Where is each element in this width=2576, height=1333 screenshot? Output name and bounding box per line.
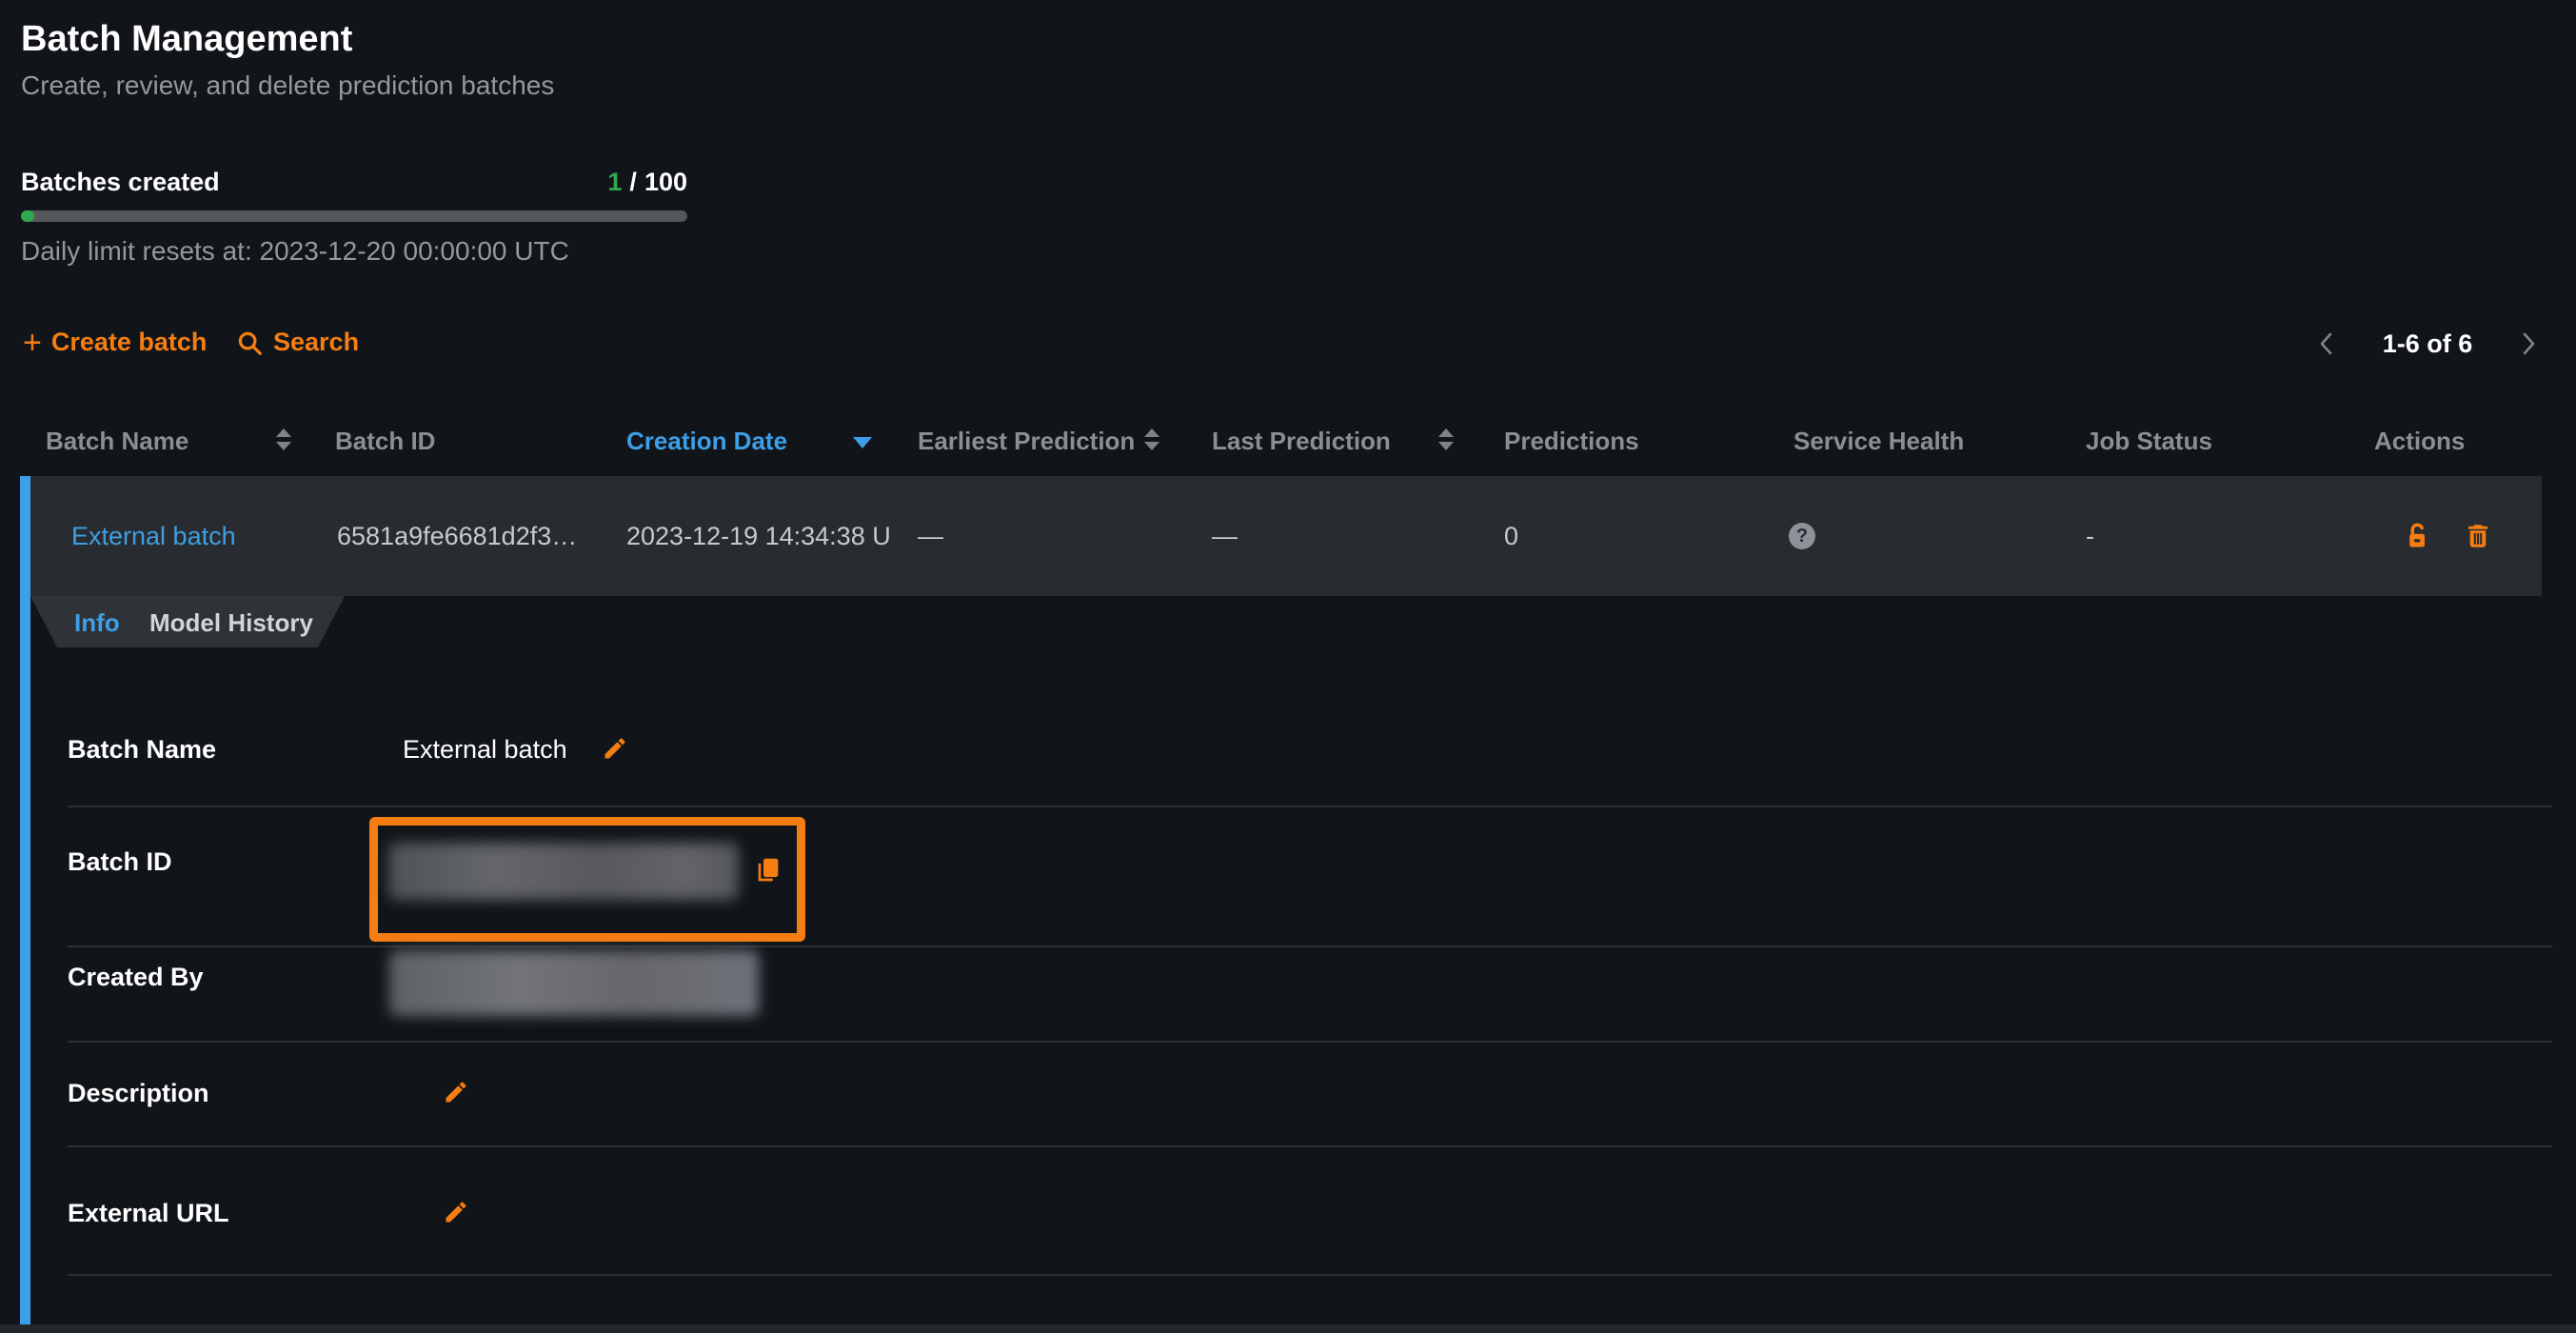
- column-header-last-prediction[interactable]: Last Prediction: [1212, 426, 1391, 456]
- page-subtitle: Create, review, and delete prediction ba…: [21, 70, 554, 101]
- divider: [68, 945, 2552, 947]
- batch-id-cell: 6581a9fe6681d2f3…: [337, 521, 577, 551]
- sort-icon[interactable]: [1438, 428, 1454, 450]
- detail-label-batch-name: Batch Name: [68, 734, 216, 765]
- chevron-right-icon[interactable]: [2517, 329, 2540, 358]
- divider: [68, 806, 2552, 807]
- quota-separator: /: [629, 168, 637, 196]
- batch-name-link[interactable]: External batch: [71, 521, 236, 551]
- quota-progress-fill: [21, 210, 34, 222]
- tab-info[interactable]: Info: [74, 607, 120, 638]
- column-header-batch-id: Batch ID: [335, 426, 435, 456]
- quota-limit: 100: [644, 168, 687, 196]
- search-button[interactable]: Search: [235, 328, 359, 357]
- edit-pencil-icon[interactable]: [443, 1079, 469, 1110]
- pagination: 1-6 of 6: [2315, 328, 2540, 360]
- tab-model-history[interactable]: Model History: [149, 607, 313, 638]
- sort-icon[interactable]: [276, 428, 291, 450]
- sort-desc-caret-icon[interactable]: [853, 437, 872, 448]
- divider: [68, 1041, 2552, 1043]
- edit-pencil-icon[interactable]: [443, 1199, 469, 1230]
- job-status-cell: -: [2086, 521, 2094, 551]
- plus-icon: +: [23, 328, 42, 357]
- detail-value-batch-name: External batch: [403, 734, 567, 765]
- creation-date-cell: 2023-12-19 14:34:38 U: [626, 521, 891, 551]
- quota-used: 1: [607, 168, 622, 196]
- column-header-job-status: Job Status: [2086, 426, 2212, 456]
- batch-management-page: Batch Management Create, review, and del…: [0, 0, 2576, 1333]
- divider: [68, 1145, 2552, 1147]
- column-header-creation-date[interactable]: Creation Date: [626, 426, 787, 456]
- service-health-unknown-icon: ?: [1789, 523, 1815, 549]
- bottom-row-strip: [0, 1324, 2576, 1333]
- unlock-icon[interactable]: [2404, 522, 2432, 555]
- quota-reset-note: Daily limit resets at: 2023-12-20 00:00:…: [21, 236, 569, 267]
- table-row[interactable]: External batch 6581a9fe6681d2f3… 2023-12…: [30, 476, 2542, 596]
- last-prediction-cell: —: [1212, 521, 1238, 551]
- column-header-predictions: Predictions: [1504, 426, 1639, 456]
- column-header-earliest-prediction[interactable]: Earliest Prediction: [918, 426, 1135, 456]
- create-batch-label: Create batch: [51, 328, 208, 357]
- table-header-row: Batch Name Batch ID Creation Date Earlie…: [0, 405, 2576, 477]
- search-label: Search: [273, 328, 359, 357]
- earliest-prediction-cell: —: [918, 521, 943, 551]
- edit-pencil-icon[interactable]: [602, 735, 628, 766]
- predictions-cell: 0: [1504, 521, 1518, 551]
- redacted-batch-id-value: [388, 843, 739, 900]
- column-header-batch-name[interactable]: Batch Name: [46, 426, 188, 456]
- selected-batch-block: External batch 6581a9fe6681d2f3… 2023-12…: [20, 476, 2576, 1324]
- copy-icon[interactable]: [752, 855, 783, 890]
- detail-label-description: Description: [68, 1078, 209, 1108]
- trash-icon[interactable]: [2464, 522, 2492, 555]
- detail-label-batch-id: Batch ID: [68, 846, 172, 877]
- divider: [68, 1274, 2552, 1276]
- sort-icon[interactable]: [1144, 428, 1159, 450]
- column-header-actions: Actions: [2374, 426, 2465, 456]
- quota-progress-bar: [21, 210, 687, 222]
- quota-line: Batches created 1/100: [21, 168, 687, 197]
- detail-label-external-url: External URL: [68, 1198, 229, 1228]
- search-icon: [235, 328, 264, 357]
- quota-label: Batches created: [21, 168, 220, 197]
- chevron-left-icon[interactable]: [2315, 329, 2338, 358]
- page-title: Batch Management: [21, 19, 352, 60]
- quota-value: 1/100: [607, 168, 687, 197]
- detail-label-created-by: Created By: [68, 962, 204, 992]
- redacted-created-by-value: [389, 950, 759, 1016]
- create-batch-button[interactable]: + Create batch: [23, 328, 207, 357]
- column-header-service-health: Service Health: [1793, 426, 1964, 456]
- pagination-range: 1-6 of 6: [2383, 329, 2473, 359]
